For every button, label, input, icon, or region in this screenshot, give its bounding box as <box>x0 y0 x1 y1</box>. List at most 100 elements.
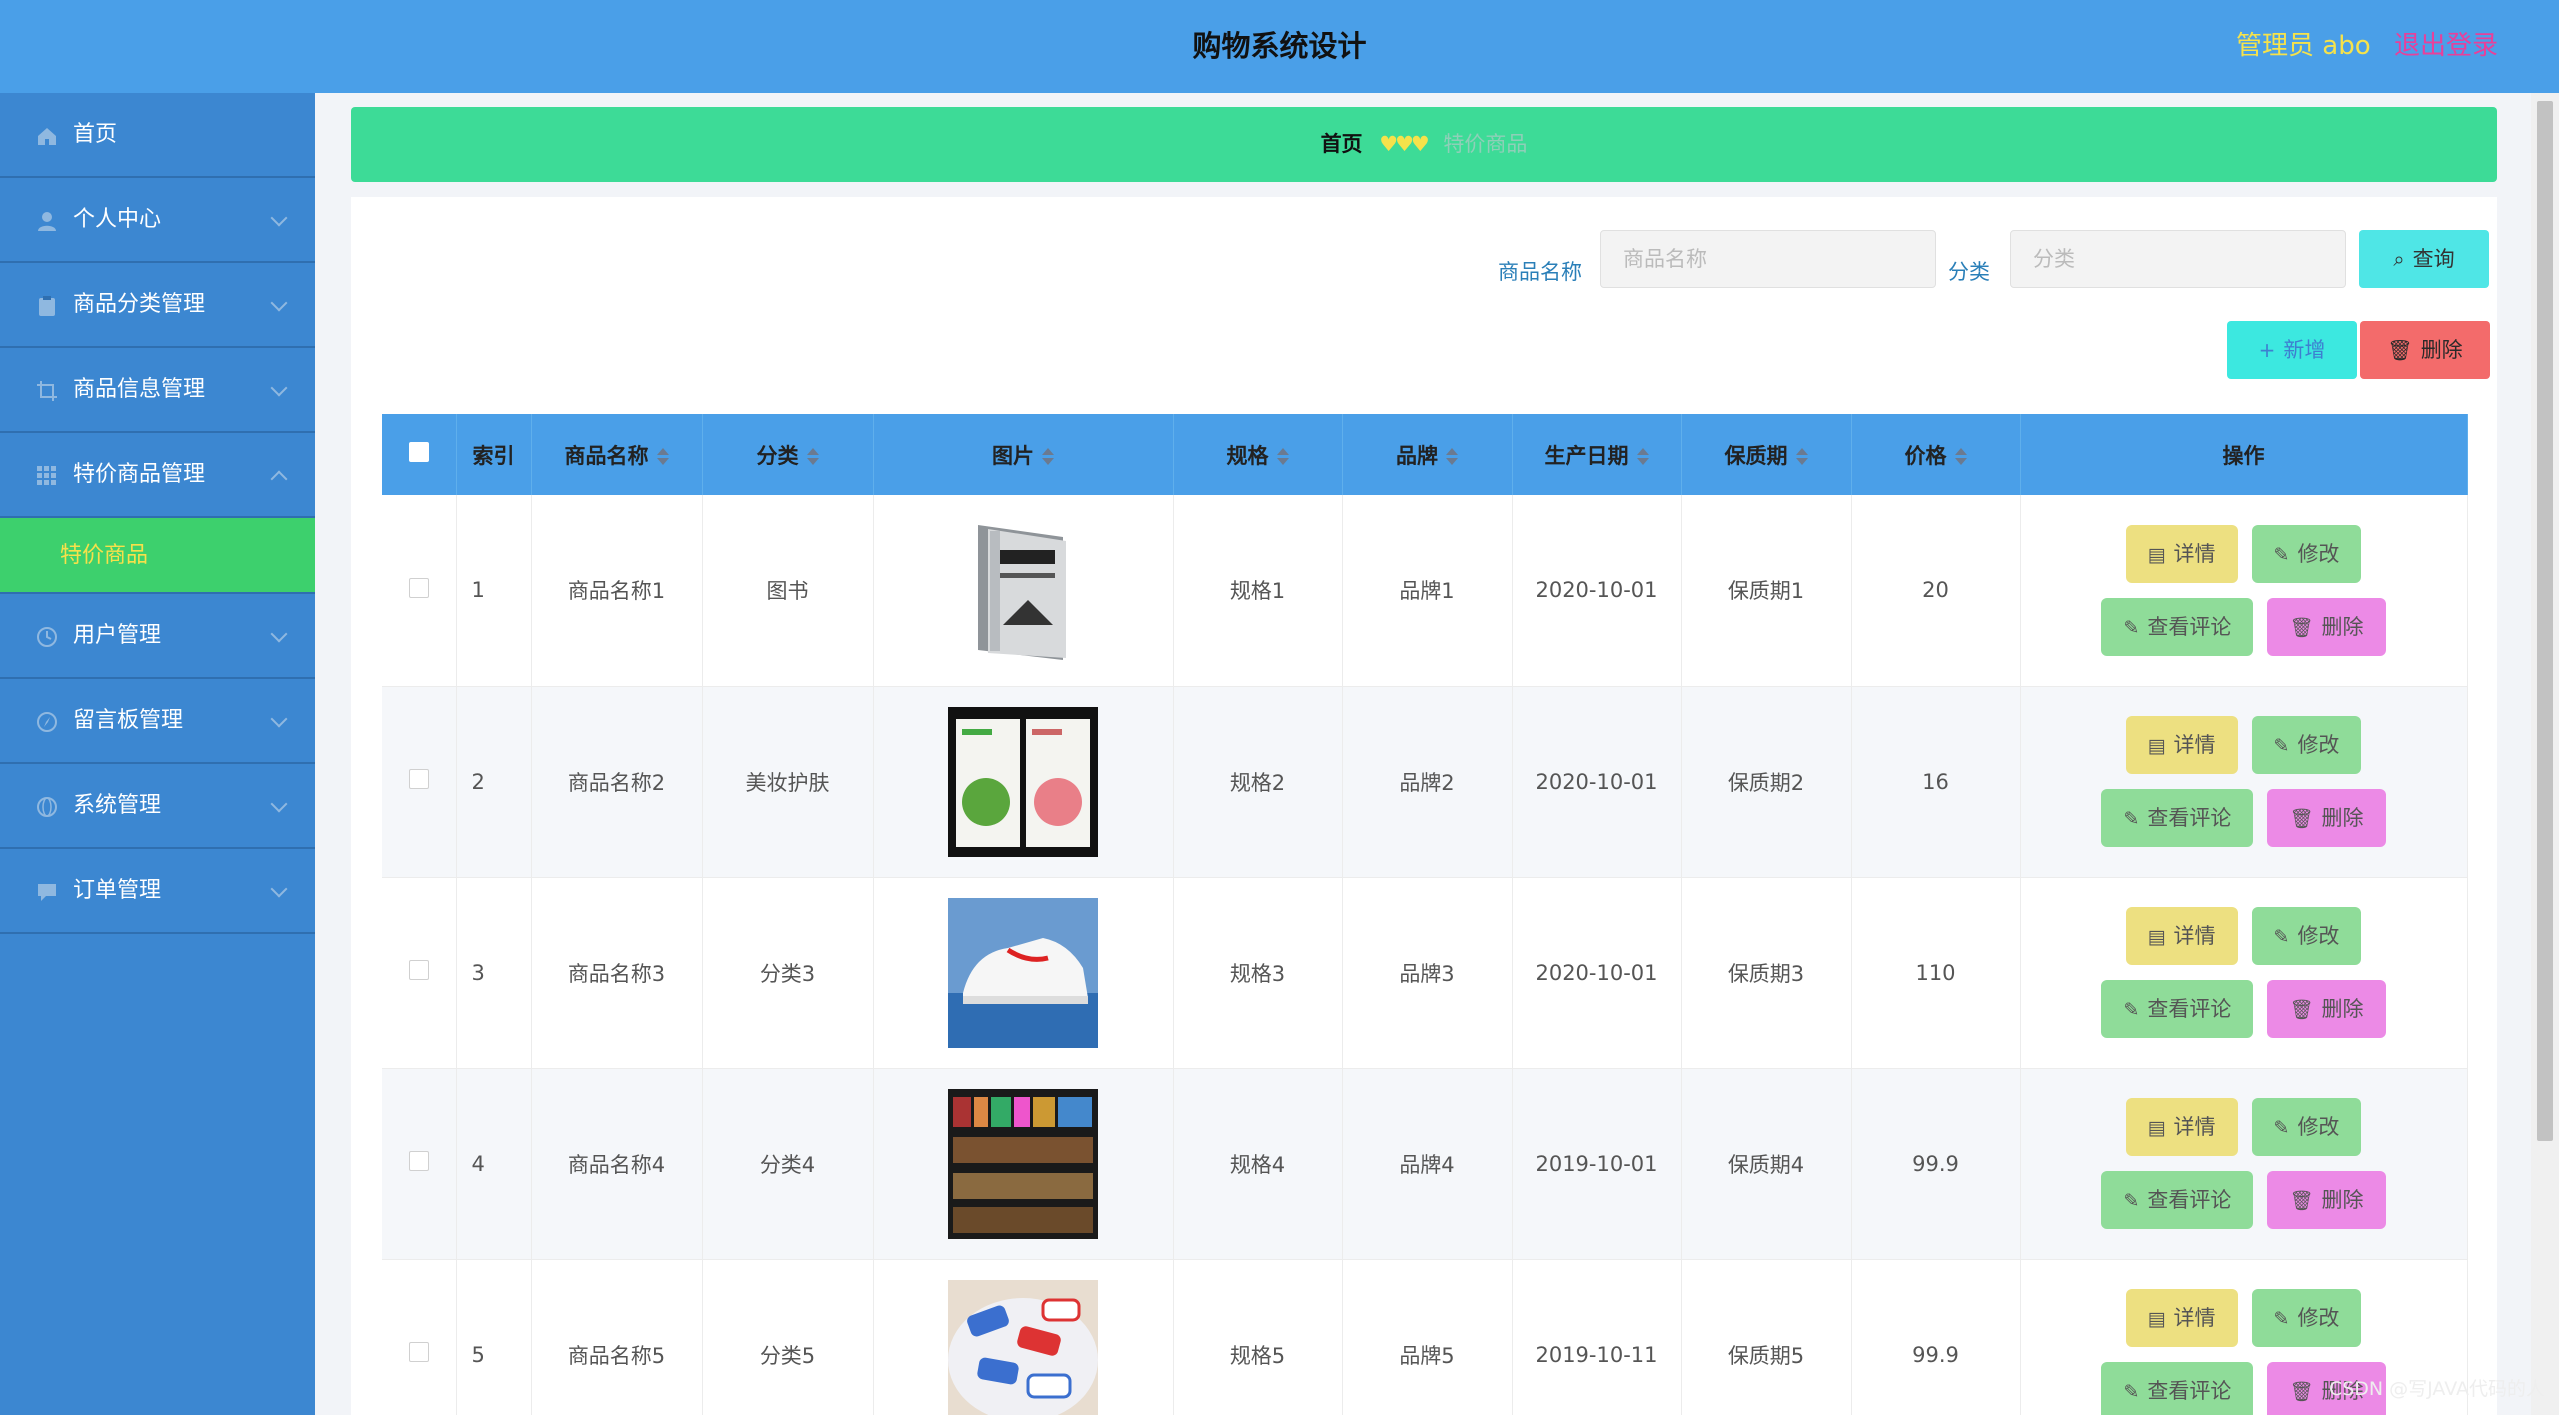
breadcrumb-home[interactable]: 首页 <box>1321 132 1363 156</box>
comment-label: 查看评论 <box>2147 614 2232 639</box>
edit-button[interactable]: ✎ 修改 <box>2251 907 2362 965</box>
row-delete-button[interactable]: 🗑 删除 <box>2267 980 2386 1038</box>
document-icon: ▤ <box>2147 543 2166 566</box>
add-button-label: 新增 <box>2283 338 2326 362</box>
cell-price: 99.9 <box>1851 1068 2021 1260</box>
cell-shelf-life: 保质期2 <box>1681 686 1852 878</box>
sidebar-item-category[interactable]: 商品分类管理 <box>0 263 315 348</box>
sidebar-item-system[interactable]: 系统管理 <box>0 764 315 849</box>
table-row[interactable]: 5 商品名称5 分类5 规格5 品牌5 2019-10-11 保质期5 99.9 ▤ 详情 ✎ 修改 ✎… <box>382 1259 2468 1415</box>
view-comments-button[interactable]: ✎ 查看评论 <box>2101 597 2254 656</box>
vertical-scrollbar[interactable] <box>2531 93 2559 1415</box>
header-spec[interactable]: 规格 <box>1173 414 1343 495</box>
row-delete-button[interactable]: 🗑 删除 <box>2267 1171 2386 1229</box>
table-row[interactable]: 2 商品名称2 美妆护肤 规格2 品牌2 2020-10-01 保质期2 16 ▤ 详情 ✎ 修改 ✎ 查… <box>382 686 2468 878</box>
document-icon: ▤ <box>2147 735 2166 757</box>
detail-button[interactable]: ▤ 详情 <box>2125 716 2238 774</box>
scrollbar-thumb[interactable] <box>2537 101 2553 1141</box>
sort-icon[interactable] <box>1954 448 1967 465</box>
table-row[interactable]: 3 商品名称3 分类3 规格3 品牌3 2020-10-01 保质期3 110 ▤ 详情 ✎ 修改 ✎ 查… <box>382 877 2468 1069</box>
clipboard-icon <box>39 296 55 316</box>
app-title: 购物系统设计 <box>1192 29 1367 63</box>
comment-label: 查看评论 <box>2147 1379 2232 1403</box>
trash-icon: 🗑 <box>2289 1190 2314 1212</box>
query-button[interactable]: ⌕ 查询 <box>2359 230 2489 288</box>
sort-icon[interactable] <box>656 448 669 465</box>
sort-icon[interactable] <box>1276 448 1289 465</box>
header-category[interactable]: 分类 <box>702 414 874 495</box>
row-select-cell <box>382 877 457 1069</box>
edit-button[interactable]: ✎ 修改 <box>2251 1289 2362 1347</box>
row-delete-button[interactable]: 🗑 删除 <box>2267 597 2386 656</box>
view-comments-button[interactable]: ✎ 查看评论 <box>2101 1362 2254 1415</box>
header-shelf-life[interactable]: 保质期 <box>1681 414 1852 495</box>
sort-icon[interactable] <box>1042 448 1054 465</box>
chevron-down-icon <box>270 880 288 898</box>
sidebar-subitem-special-goods[interactable]: 特价商品 <box>0 518 315 594</box>
detail-button[interactable]: ▤ 详情 <box>2125 1289 2238 1347</box>
view-comments-button[interactable]: ✎ 查看评论 <box>2101 789 2254 847</box>
view-comments-button[interactable]: ✎ 查看评论 <box>2101 1171 2254 1229</box>
sort-icon[interactable] <box>1795 448 1808 465</box>
detail-label: 详情 <box>2173 1306 2216 1330</box>
logout-link[interactable]: 退出登录 <box>2394 0 2498 93</box>
row-checkbox[interactable] <box>408 1342 429 1362</box>
product-image[interactable] <box>948 1279 1098 1415</box>
cell-date: 2020-10-01 <box>1512 495 1682 687</box>
goods-name-input[interactable] <box>1600 230 1936 288</box>
sidebar-item-profile[interactable]: 个人中心 <box>0 178 315 263</box>
edit-button[interactable]: ✎ 修改 <box>2251 1098 2362 1156</box>
row-delete-button[interactable]: 🗑 删除 <box>2267 789 2386 847</box>
detail-button[interactable]: ▤ 详情 <box>2125 1098 2238 1156</box>
home-icon <box>38 128 56 145</box>
row-checkbox[interactable] <box>408 577 429 598</box>
sort-icon[interactable] <box>1636 448 1649 465</box>
sidebar-item-goods-info[interactable]: 商品信息管理 <box>0 348 315 433</box>
sort-icon[interactable] <box>1446 448 1458 465</box>
trash-icon: 🗑 <box>2289 808 2314 830</box>
header-brand[interactable]: 品牌 <box>1342 414 1513 495</box>
header-name[interactable]: 商品名称 <box>531 414 703 495</box>
trash-icon: 🗑 <box>2387 338 2413 362</box>
globe-icon <box>37 797 57 817</box>
sort-icon[interactable] <box>806 448 819 465</box>
edit-label: 修改 <box>2297 541 2340 566</box>
detail-button[interactable]: ▤ 详情 <box>2125 907 2238 965</box>
table-row[interactable]: 1 商品名称1 图书 规格1 品牌1 2020-10-01 保质期1 20 ▤ 详情 ✎ 修改 ✎ 查看评… <box>382 495 2468 687</box>
product-image[interactable] <box>948 897 1098 1048</box>
sidebar-item-special[interactable]: 特价商品管理 <box>0 433 315 518</box>
view-comments-button[interactable]: ✎ 查看评论 <box>2101 980 2254 1038</box>
cell-brand: 品牌4 <box>1342 1068 1513 1260</box>
cell-brand: 品牌5 <box>1342 1259 1513 1415</box>
breadcrumb-current: 特价商品 <box>1443 132 1528 156</box>
product-image[interactable] <box>948 1088 1098 1239</box>
category-input[interactable] <box>2010 230 2346 288</box>
header-price[interactable]: 价格 <box>1851 414 2021 495</box>
cell-price: 110 <box>1851 877 2021 1069</box>
cell-actions: ▤ 详情 ✎ 修改 ✎ 查看评论 🗑 删除 <box>2020 495 2468 687</box>
product-image[interactable] <box>948 706 1098 857</box>
goods-name-label: 商品名称 <box>1498 260 1582 284</box>
cell-spec: 规格1 <box>1173 495 1343 687</box>
detail-button[interactable]: ▤ 详情 <box>2125 524 2238 583</box>
row-checkbox[interactable] <box>408 1151 429 1171</box>
sidebar-item-users[interactable]: 用户管理 <box>0 594 315 679</box>
cell-actions: ▤ 详情 ✎ 修改 ✎ 查看评论 🗑 删除 <box>2020 1068 2468 1260</box>
sidebar-item-home[interactable]: 首页 <box>0 93 315 178</box>
header-image[interactable]: 图片 <box>873 414 1174 495</box>
cell-price: 16 <box>1851 686 2021 878</box>
select-all-checkbox[interactable] <box>408 442 429 462</box>
table-row[interactable]: 4 商品名称4 分类4 规格4 品牌4 2019-10-01 保质期4 99.9 ▤ 详情 ✎ 修改 ✎… <box>382 1068 2468 1260</box>
sidebar-item-messages[interactable]: 留言板管理 <box>0 679 315 764</box>
row-checkbox[interactable] <box>408 769 429 789</box>
sidebar-item-label: 商品信息管理 <box>73 377 206 402</box>
pencil-icon: ✎ <box>2273 735 2290 757</box>
sidebar-item-orders[interactable]: 订单管理 <box>0 849 315 934</box>
batch-delete-button[interactable]: 🗑 删除 <box>2360 321 2490 379</box>
edit-button[interactable]: ✎ 修改 <box>2251 716 2362 774</box>
header-date[interactable]: 生产日期 <box>1512 414 1682 495</box>
product-image[interactable] <box>948 515 1098 666</box>
add-button[interactable]: + 新增 <box>2227 321 2357 379</box>
row-checkbox[interactable] <box>408 960 429 980</box>
edit-button[interactable]: ✎ 修改 <box>2251 524 2362 583</box>
